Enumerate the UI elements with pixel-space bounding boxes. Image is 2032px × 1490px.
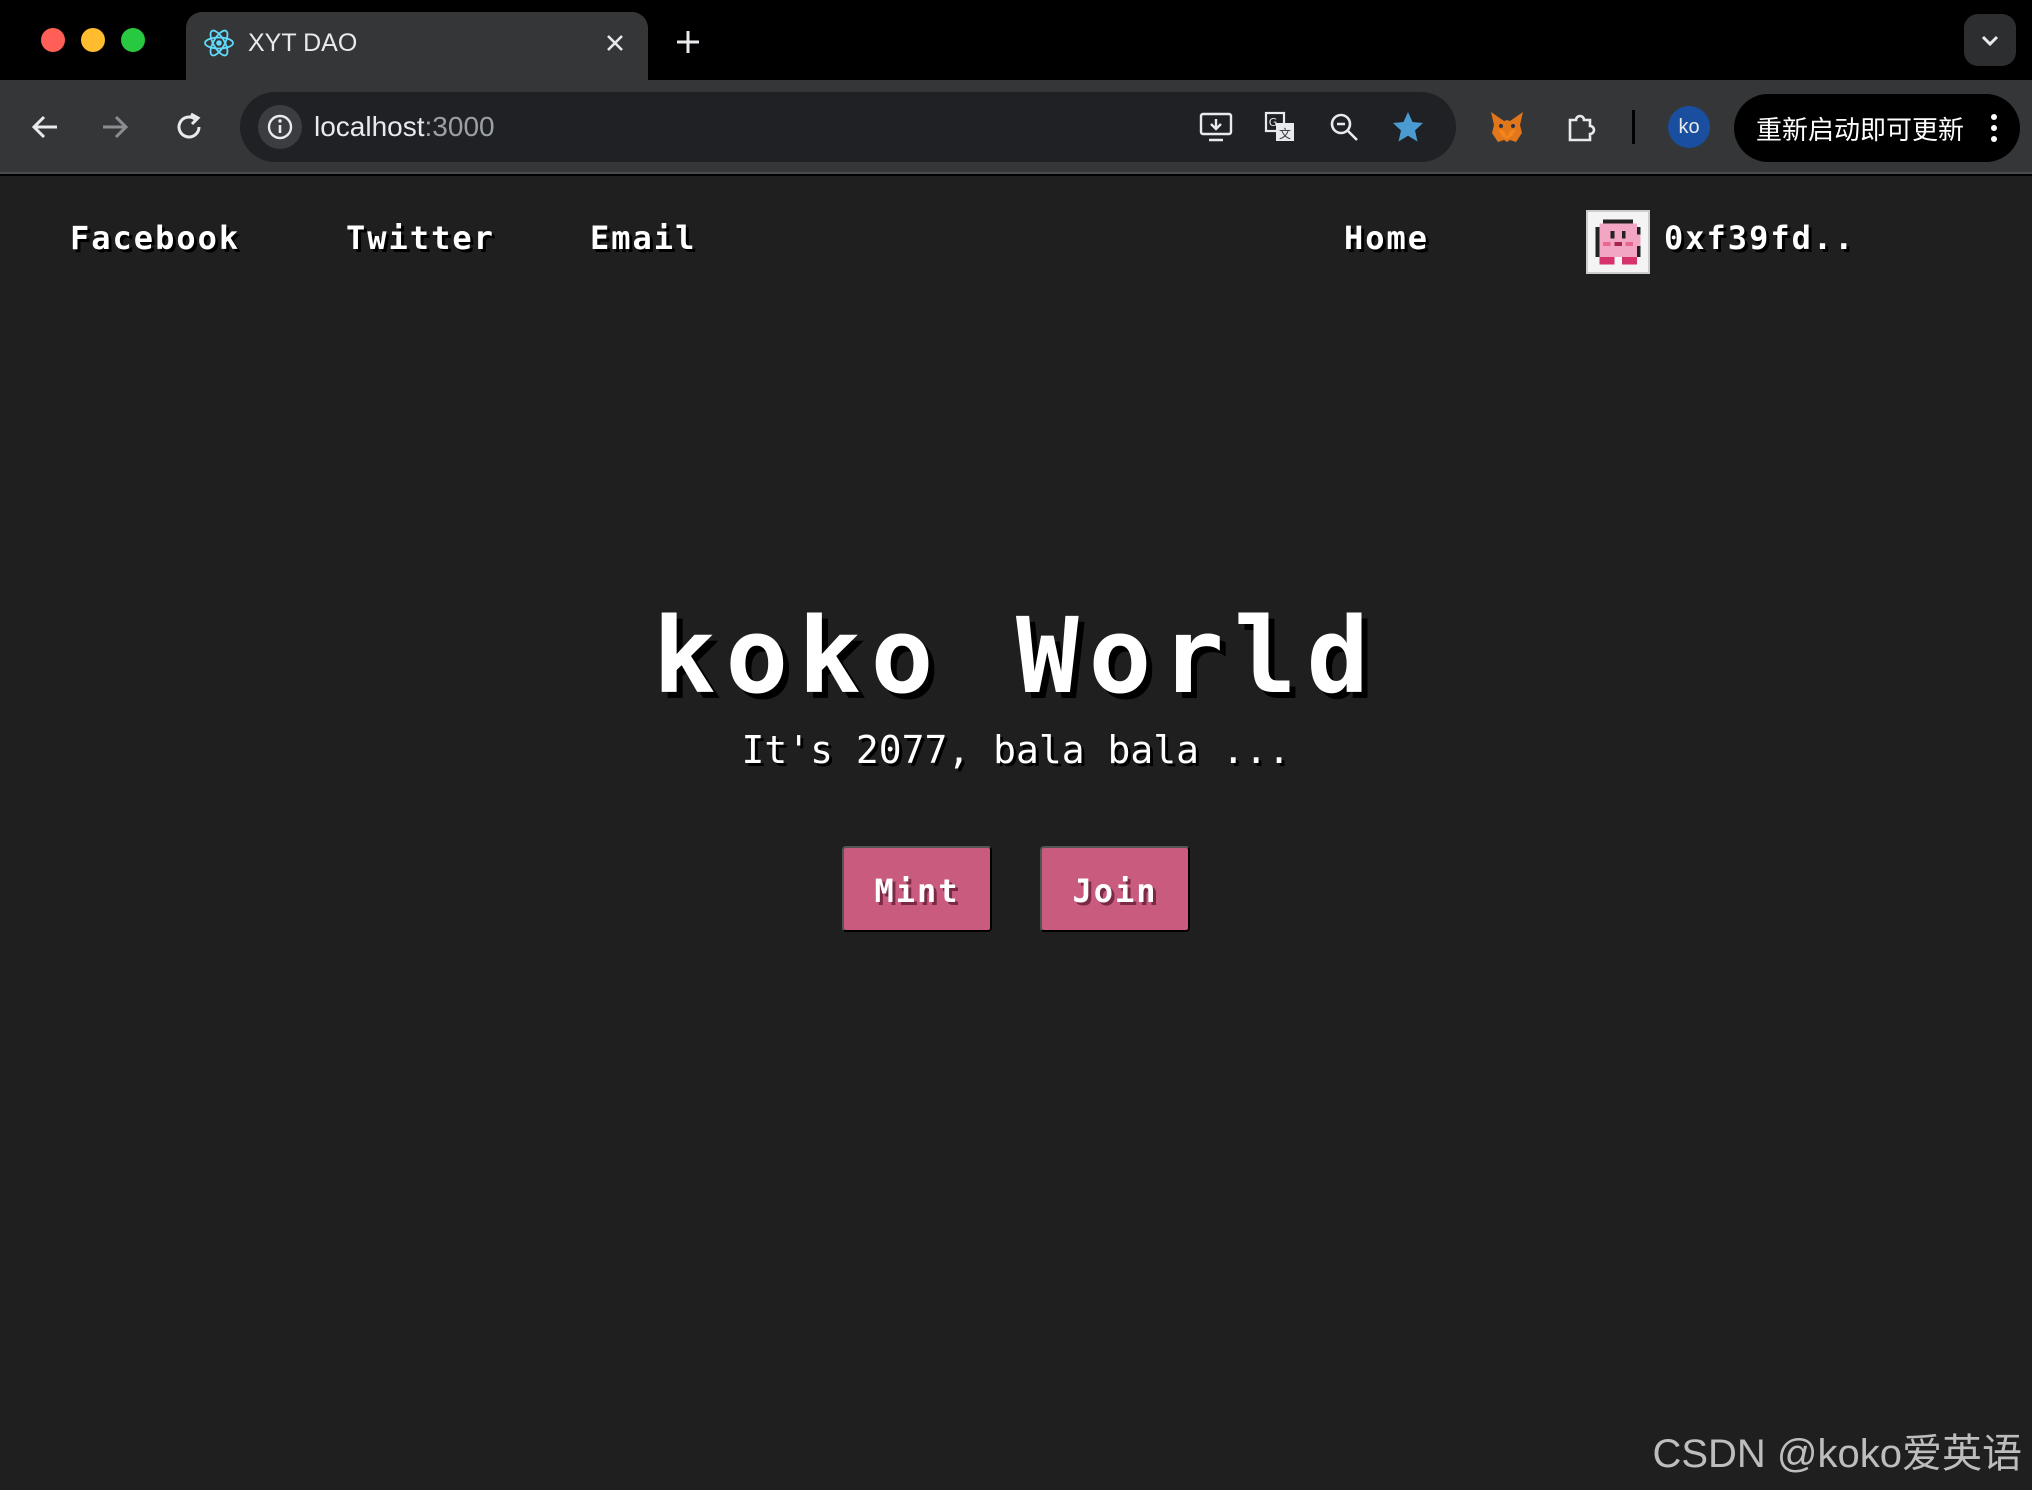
profile-avatar[interactable]: ko (1668, 106, 1710, 148)
url-port: :3000 (424, 111, 495, 142)
close-window-button[interactable] (41, 28, 65, 52)
toolbar-divider (1632, 110, 1635, 144)
extensions-puzzle-icon[interactable] (1558, 104, 1604, 150)
nav-link-email[interactable]: Email (590, 218, 696, 258)
zoom-icon[interactable] (1326, 109, 1362, 145)
tab-strip: XYT DAO (0, 0, 2032, 80)
active-tab[interactable]: XYT DAO (186, 12, 648, 80)
kirby-avatar[interactable] (1586, 210, 1650, 274)
forward-arrow-icon[interactable] (92, 104, 138, 150)
tab-search-icon[interactable] (1964, 14, 2016, 66)
reload-icon[interactable] (166, 104, 212, 150)
url-text[interactable]: localhost:3000 (314, 92, 495, 162)
update-button[interactable]: 重新启动即可更新 (1734, 94, 2020, 162)
wallet-address[interactable]: 0xf39fd.. (1664, 218, 1855, 258)
hero-title: koko World (652, 595, 1380, 717)
join-button[interactable]: Join (1040, 846, 1190, 932)
close-tab-icon[interactable] (598, 26, 632, 60)
hero-subtitle: It's 2077, bala bala ... (741, 728, 1291, 772)
url-host: localhost (314, 111, 425, 142)
address-bar[interactable]: localhost:3000 文G (240, 92, 1456, 162)
install-app-icon[interactable] (1198, 109, 1234, 145)
react-icon (202, 26, 236, 60)
new-tab-icon[interactable] (668, 22, 708, 62)
site-info-icon[interactable] (258, 105, 302, 149)
update-label: 重新启动即可更新 (1756, 114, 1965, 145)
tab-title: XYT DAO (248, 29, 358, 57)
browser-toolbar: localhost:3000 文G ko 重新启动即可更新 (0, 80, 2032, 174)
kebab-menu-icon[interactable] (1990, 114, 1998, 142)
svg-text:文: 文 (1279, 126, 1291, 141)
maximize-window-button[interactable] (121, 28, 145, 52)
metamask-fox-icon[interactable] (1484, 104, 1530, 150)
nav-link-facebook[interactable]: Facebook (70, 218, 240, 258)
minimize-window-button[interactable] (81, 28, 105, 52)
svg-text:G: G (1269, 116, 1278, 129)
bookmark-star-icon[interactable] (1390, 109, 1426, 145)
nav-link-twitter[interactable]: Twitter (346, 218, 495, 258)
web-page: Facebook Twitter Email Home 0xf39fd.. ko… (0, 176, 2032, 1490)
translate-icon[interactable]: 文G (1262, 109, 1298, 145)
mint-button[interactable]: Mint (842, 846, 992, 932)
nav-link-home[interactable]: Home (1344, 218, 1429, 258)
watermark: CSDN @koko爱英语 (1652, 1432, 2022, 1476)
back-arrow-icon[interactable] (22, 104, 68, 150)
